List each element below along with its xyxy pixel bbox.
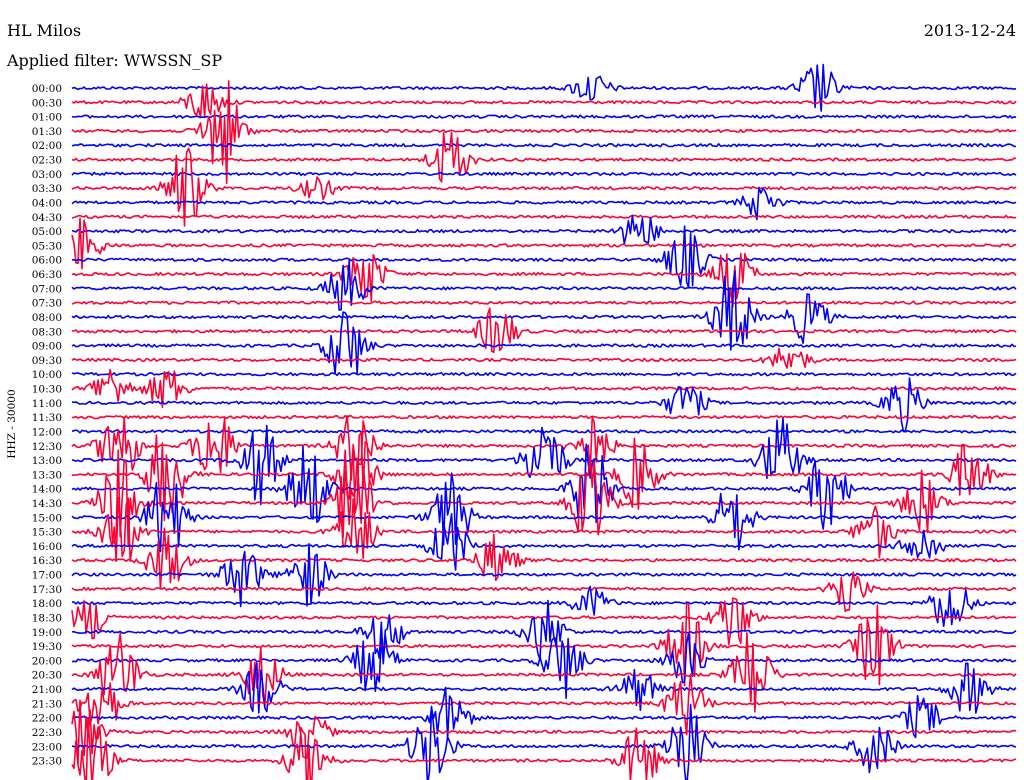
time-tick-label: 19:00 — [32, 627, 62, 639]
date-label: 2013-12-24 — [924, 21, 1016, 40]
time-tick-label: 18:00 — [32, 598, 62, 610]
time-tick-label: 04:00 — [32, 198, 62, 210]
time-tick-label: 00:30 — [32, 97, 62, 109]
time-tick-label: 03:00 — [32, 169, 62, 181]
time-tick-label: 12:00 — [32, 426, 62, 438]
time-tick-label: 09:30 — [32, 355, 62, 367]
time-tick-label: 17:00 — [32, 570, 62, 582]
time-tick-label: 10:00 — [32, 369, 62, 381]
time-tick-label: 22:00 — [32, 713, 62, 725]
time-tick-label: 00:00 — [32, 83, 62, 95]
filter-subtitle: Applied filter: WWSSN_SP — [6, 51, 222, 70]
time-tick-label: 05:00 — [32, 226, 62, 238]
time-tick-label: 07:30 — [32, 298, 62, 310]
time-tick-label: 20:00 — [32, 655, 62, 667]
time-tick-label: 12:30 — [32, 441, 62, 453]
station-title: HL Milos — [7, 21, 81, 40]
time-tick-label: 08:00 — [32, 312, 62, 324]
time-tick-label: 21:00 — [32, 684, 62, 696]
time-tick-label: 17:30 — [32, 584, 62, 596]
time-tick-label: 06:30 — [32, 269, 62, 281]
time-tick-label: 21:30 — [32, 698, 62, 710]
time-tick-label: 06:00 — [32, 255, 62, 267]
time-tick-label: 23:00 — [32, 741, 62, 753]
time-tick-label: 14:30 — [32, 498, 62, 510]
time-tick-label: 02:30 — [32, 155, 62, 167]
time-tick-label: 15:30 — [32, 527, 62, 539]
time-tick-label: 13:00 — [32, 455, 62, 467]
time-tick-label: 23:30 — [32, 756, 62, 768]
time-tick-label: 15:00 — [32, 512, 62, 524]
time-tick-label: 04:30 — [32, 212, 62, 224]
time-tick-label: 11:00 — [32, 398, 62, 410]
time-tick-label: 16:30 — [32, 555, 62, 567]
time-tick-label: 19:30 — [32, 641, 62, 653]
seismogram-plot: 00:00 00:30 01:00 01:30 02:00 02:30 03:00 03:30… — [0, 0, 1024, 780]
time-tick-label: 02:00 — [32, 140, 62, 152]
y-axis-label: HHZ - 30000 — [6, 389, 18, 458]
time-tick-label: 01:30 — [32, 126, 62, 138]
time-tick-label: 16:00 — [32, 541, 62, 553]
time-tick-label: 08:30 — [32, 326, 62, 338]
time-tick-label: 18:30 — [32, 613, 62, 625]
time-tick-label: 07:00 — [32, 283, 62, 295]
time-tick-label: 03:30 — [32, 183, 62, 195]
time-tick-label: 10:30 — [32, 384, 62, 396]
time-tick-label: 05:30 — [32, 240, 62, 252]
time-tick-label: 14:00 — [32, 484, 62, 496]
time-tick-label: 01:00 — [32, 112, 62, 124]
time-tick-label: 13:30 — [32, 469, 62, 481]
time-tick-label: 09:00 — [32, 341, 62, 353]
time-tick-label: 11:30 — [32, 412, 62, 424]
time-tick-label: 20:30 — [32, 670, 62, 682]
time-tick-label: 22:30 — [32, 727, 62, 739]
